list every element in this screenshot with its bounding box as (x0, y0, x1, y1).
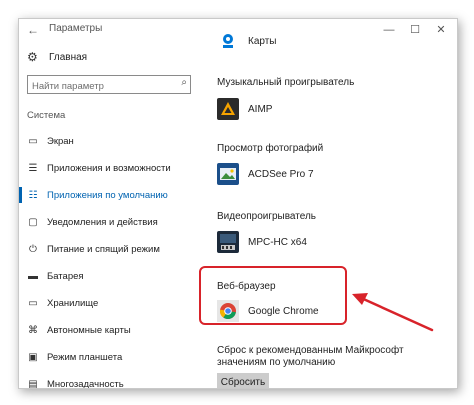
annotation-arrow-icon (352, 293, 434, 332)
